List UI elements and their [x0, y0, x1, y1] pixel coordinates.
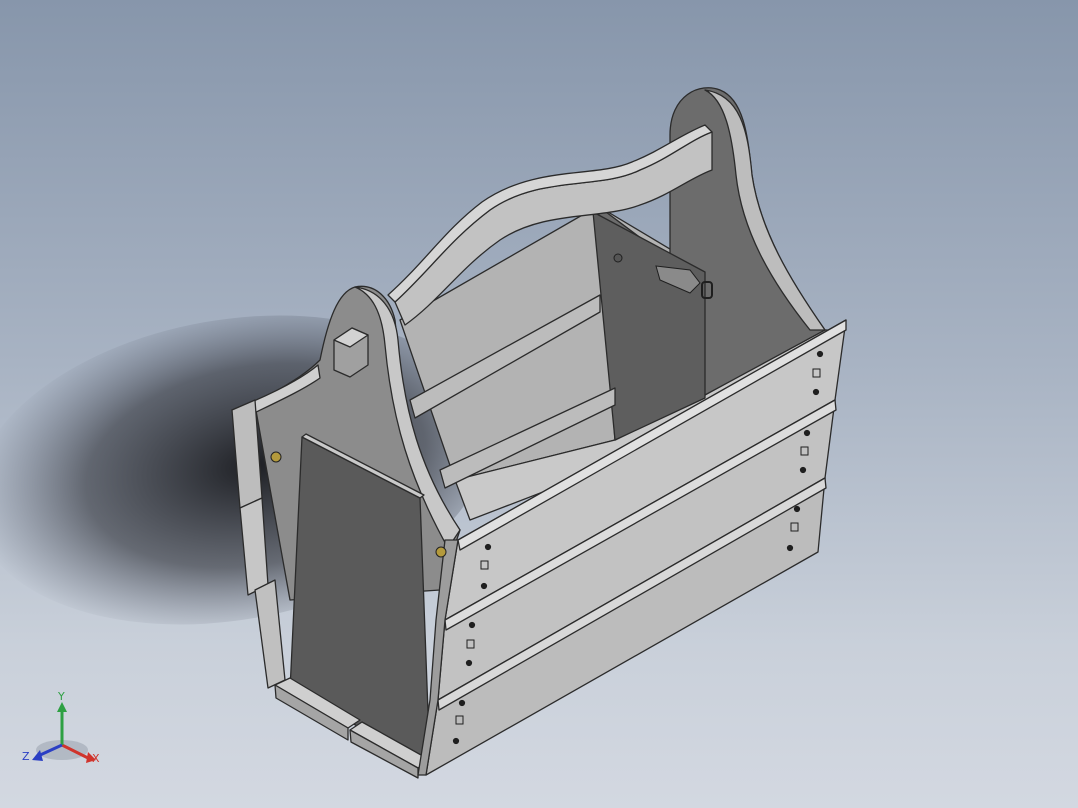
divider-hole — [613, 253, 623, 263]
view-orientation-triad[interactable]: X Y Z — [20, 690, 110, 780]
graphics-viewport[interactable]: X Y Z — [0, 0, 1078, 808]
screw-hole — [812, 388, 820, 396]
screw-hole — [465, 659, 473, 667]
screw-hole — [452, 737, 460, 745]
screw-hole — [468, 621, 476, 629]
wing-nut-icon[interactable] — [270, 451, 282, 463]
wing-nut-icon[interactable] — [435, 546, 447, 558]
y-axis-label: Y — [57, 690, 65, 703]
model-view[interactable] — [0, 0, 1078, 808]
screw-hole — [803, 429, 811, 437]
x-axis-label: X — [92, 752, 100, 765]
screw-hole — [480, 582, 488, 590]
screw-hole — [799, 466, 807, 474]
screw-hole — [793, 505, 801, 513]
screw-hole — [458, 699, 466, 707]
z-axis-label: Z — [22, 750, 30, 763]
y-axis-arrowhead-icon — [57, 702, 67, 712]
screw-hole — [484, 543, 492, 551]
screw-hole — [816, 350, 824, 358]
screw-hole — [786, 544, 794, 552]
